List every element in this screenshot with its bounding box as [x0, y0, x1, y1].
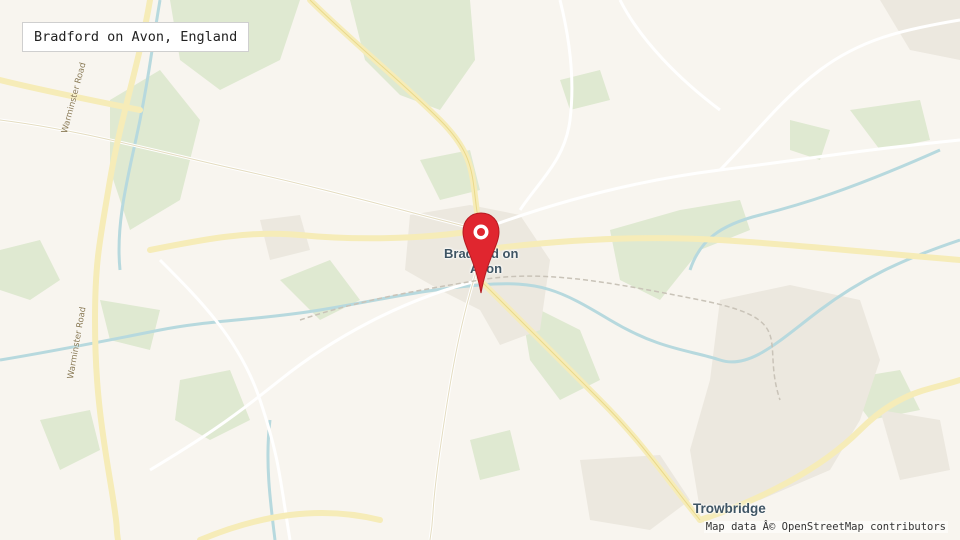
- town-label-text: Trowbridge: [693, 501, 766, 516]
- map-view[interactable]: Bradford on Avon, England Bradford on Av…: [0, 0, 960, 540]
- map-attribution[interactable]: Map data Â© OpenStreetMap contributors: [703, 521, 948, 533]
- location-label: Bradford on Avon, England: [22, 22, 250, 52]
- town-label-trowbridge: Trowbridge: [693, 501, 766, 516]
- map-pin-icon[interactable]: [460, 211, 502, 295]
